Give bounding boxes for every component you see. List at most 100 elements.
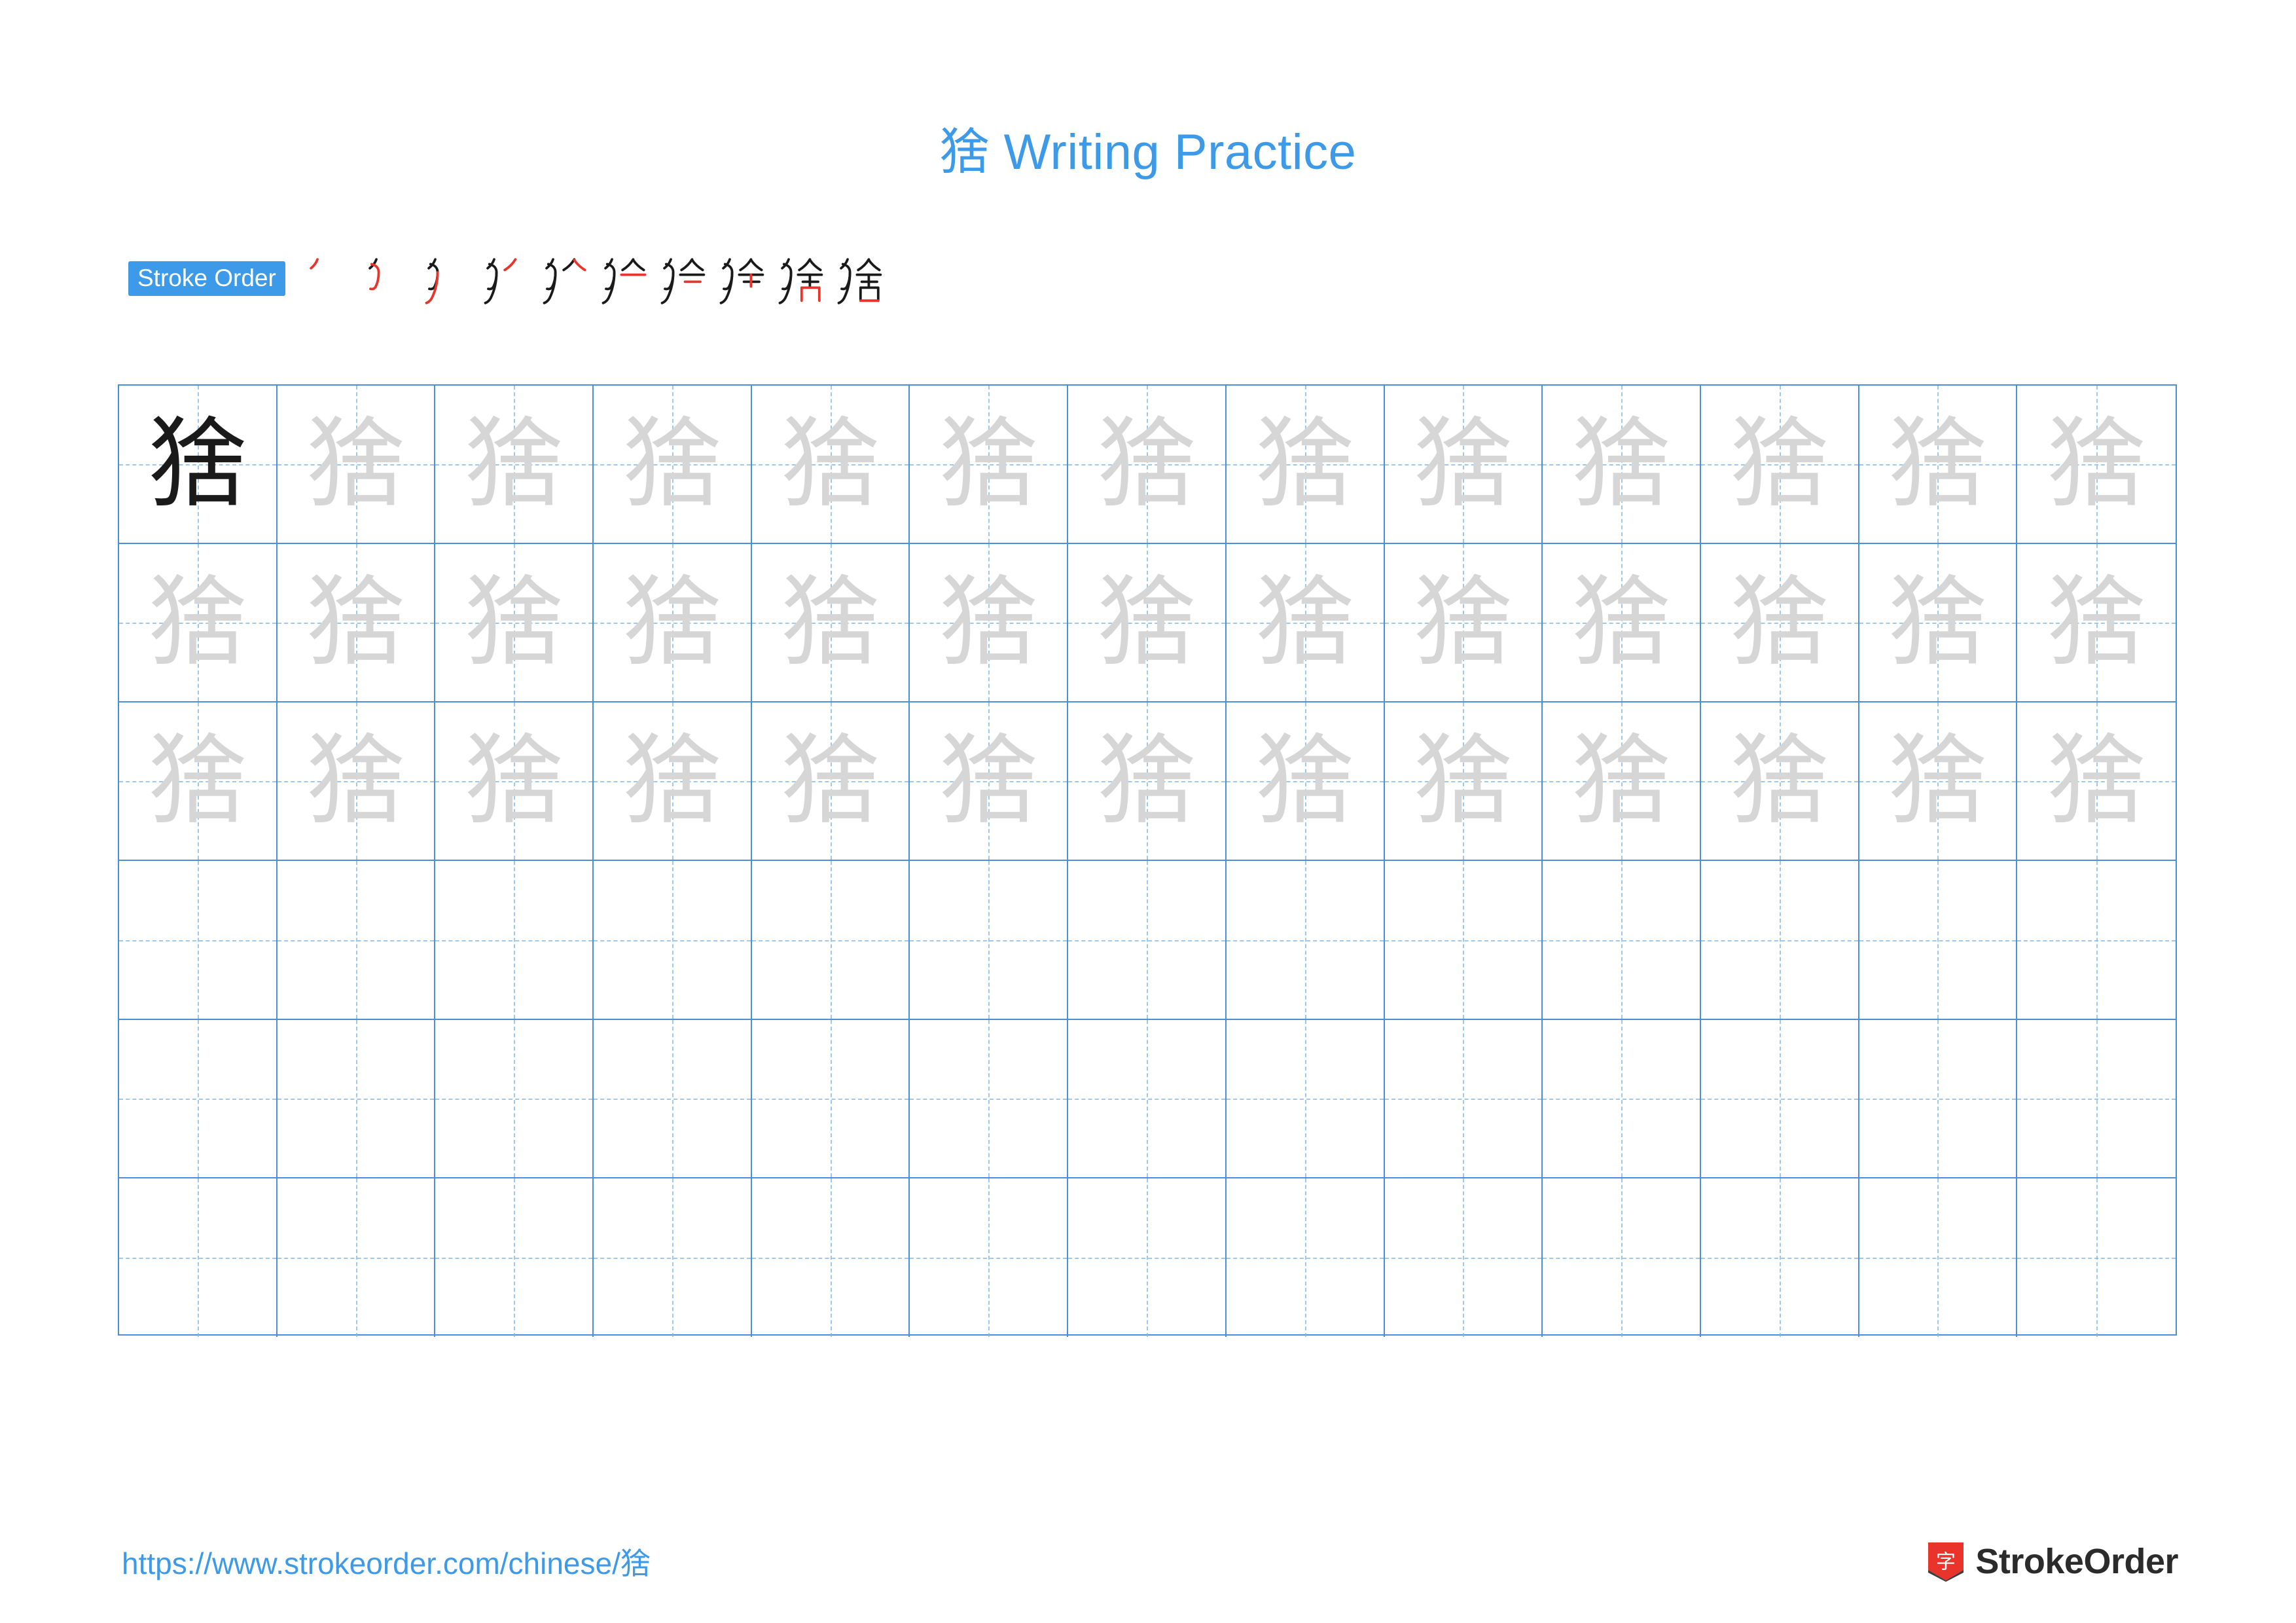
grid-cell-r4-c5[interactable]	[751, 861, 910, 1019]
grid-cell-r1-c10[interactable]: 猞	[1543, 386, 1701, 543]
grid-cell-r6-c13[interactable]	[2017, 1178, 2176, 1338]
tracing-character: 猞	[622, 566, 721, 680]
grid-cell-r3-c7[interactable]: 猞	[1068, 702, 1227, 860]
tracing-character: 猞	[1888, 724, 1987, 839]
grid-cell-r6-c2[interactable]	[277, 1178, 436, 1338]
grid-cell-r2-c2[interactable]: 猞	[277, 544, 436, 702]
grid-cell-r6-c1[interactable]	[119, 1178, 278, 1338]
grid-cell-r5-c6[interactable]	[910, 1019, 1069, 1177]
grid-cell-r6-c11[interactable]	[1700, 1178, 1859, 1338]
tracing-character: 猞	[148, 724, 247, 839]
grid-cell-r1-c13[interactable]: 猞	[2017, 386, 2176, 543]
grid-cell-r3-c9[interactable]: 猞	[1384, 702, 1543, 860]
grid-row	[119, 861, 2176, 1020]
grid-cell-r5-c13[interactable]	[2017, 1019, 2176, 1177]
grid-cell-r1-c1[interactable]: 猞	[119, 386, 278, 543]
grid-cell-r6-c7[interactable]	[1068, 1178, 1227, 1338]
grid-cell-r3-c8[interactable]: 猞	[1226, 702, 1385, 860]
grid-cell-r6-c9[interactable]	[1384, 1178, 1543, 1338]
grid-cell-r3-c10[interactable]: 猞	[1543, 702, 1701, 860]
grid-cell-r1-c5[interactable]: 猞	[751, 386, 910, 543]
grid-cell-r4-c6[interactable]	[910, 861, 1069, 1019]
tracing-character: 猞	[622, 724, 721, 839]
grid-cell-r4-c7[interactable]	[1068, 861, 1227, 1019]
grid-cell-r5-c11[interactable]	[1700, 1019, 1859, 1177]
grid-cell-r2-c4[interactable]: 猞	[594, 544, 752, 702]
tracing-character: 猞	[465, 566, 564, 680]
tracing-character: 猞	[622, 407, 721, 522]
grid-cell-r1-c4[interactable]: 猞	[594, 386, 752, 543]
tracing-character: 猞	[2047, 566, 2146, 680]
grid-cell-r6-c12[interactable]	[1859, 1178, 2018, 1338]
grid-cell-r1-c8[interactable]: 猞	[1226, 386, 1385, 543]
grid-cell-r2-c8[interactable]: 猞	[1226, 544, 1385, 702]
grid-cell-r2-c7[interactable]: 猞	[1068, 544, 1227, 702]
grid-cell-r1-c11[interactable]: 猞	[1700, 386, 1859, 543]
grid-cell-r1-c6[interactable]: 猞	[910, 386, 1069, 543]
grid-cell-r4-c13[interactable]	[2017, 861, 2176, 1019]
grid-cell-r2-c3[interactable]: 猞	[435, 544, 594, 702]
grid-cell-r3-c11[interactable]: 猞	[1700, 702, 1859, 860]
grid-cell-r3-c3[interactable]: 猞	[435, 702, 594, 860]
grid-cell-r4-c12[interactable]	[1859, 861, 2018, 1019]
grid-cell-r4-c2[interactable]	[277, 861, 436, 1019]
grid-cell-r2-c1[interactable]: 猞	[119, 544, 278, 702]
grid-cell-r6-c3[interactable]	[435, 1178, 594, 1338]
grid-cell-r6-c10[interactable]	[1543, 1178, 1701, 1338]
tracing-character: 猞	[1097, 566, 1196, 680]
tracing-character: 猞	[781, 724, 880, 839]
grid-cell-r1-c9[interactable]: 猞	[1384, 386, 1543, 543]
tracing-character: 猞	[1255, 407, 1354, 522]
grid-row: 猞猞猞猞猞猞猞猞猞猞猞猞猞	[119, 702, 2176, 862]
grid-cell-r3-c13[interactable]: 猞	[2017, 702, 2176, 860]
grid-cell-r4-c1[interactable]	[119, 861, 278, 1019]
grid-cell-r3-c12[interactable]: 猞	[1859, 702, 2018, 860]
grid-cell-r2-c11[interactable]: 猞	[1700, 544, 1859, 702]
grid-cell-r5-c12[interactable]	[1859, 1019, 2018, 1177]
tracing-character: 猞	[1572, 566, 1671, 680]
tracing-character: 猞	[781, 407, 880, 522]
grid-cell-r3-c2[interactable]: 猞	[277, 702, 436, 860]
footer-url[interactable]: https://www.strokeorder.com/chinese/猞	[122, 1540, 651, 1583]
grid-cell-r6-c8[interactable]	[1226, 1178, 1385, 1338]
brand-logo-group: 字 StrokeOrder	[1927, 1541, 2178, 1582]
grid-cell-r6-c5[interactable]	[751, 1178, 910, 1338]
grid-cell-r3-c6[interactable]: 猞	[910, 702, 1069, 860]
stroke-step-1	[300, 247, 359, 309]
grid-cell-r5-c1[interactable]	[119, 1019, 278, 1177]
grid-cell-r1-c7[interactable]: 猞	[1068, 386, 1227, 543]
tracing-character: 猞	[465, 407, 564, 522]
grid-cell-r5-c10[interactable]	[1543, 1019, 1701, 1177]
grid-cell-r1-c12[interactable]: 猞	[1859, 386, 2018, 543]
grid-cell-r4-c4[interactable]	[594, 861, 752, 1019]
grid-cell-r2-c10[interactable]: 猞	[1543, 544, 1701, 702]
grid-cell-r4-c10[interactable]	[1543, 861, 1701, 1019]
grid-cell-r3-c1[interactable]: 猞	[119, 702, 278, 860]
grid-cell-r2-c9[interactable]: 猞	[1384, 544, 1543, 702]
grid-cell-r1-c2[interactable]: 猞	[277, 386, 436, 543]
grid-cell-r6-c4[interactable]	[594, 1178, 752, 1338]
grid-cell-r6-c6[interactable]	[910, 1178, 1069, 1338]
grid-cell-r3-c4[interactable]: 猞	[594, 702, 752, 860]
grid-cell-r2-c5[interactable]: 猞	[751, 544, 910, 702]
grid-cell-r5-c9[interactable]	[1384, 1019, 1543, 1177]
grid-cell-r4-c3[interactable]	[435, 861, 594, 1019]
grid-cell-r2-c13[interactable]: 猞	[2017, 544, 2176, 702]
grid-cell-r3-c5[interactable]: 猞	[751, 702, 910, 860]
grid-cell-r5-c2[interactable]	[277, 1019, 436, 1177]
grid-cell-r4-c8[interactable]	[1226, 861, 1385, 1019]
grid-cell-r1-c3[interactable]: 猞	[435, 386, 594, 543]
grid-cell-r5-c4[interactable]	[594, 1019, 752, 1177]
grid-cell-r5-c5[interactable]	[751, 1019, 910, 1177]
grid-cell-r2-c6[interactable]: 猞	[910, 544, 1069, 702]
grid-cell-r5-c7[interactable]	[1068, 1019, 1227, 1177]
stroke-step-10	[830, 247, 889, 309]
grid-cell-r5-c8[interactable]	[1226, 1019, 1385, 1177]
grid-cell-r5-c3[interactable]	[435, 1019, 594, 1177]
tracing-character: 猞	[148, 566, 247, 680]
tracing-character: 猞	[1097, 407, 1196, 522]
page-title: 猞 Writing Practice	[0, 111, 2296, 183]
grid-cell-r4-c9[interactable]	[1384, 861, 1543, 1019]
grid-cell-r2-c12[interactable]: 猞	[1859, 544, 2018, 702]
grid-cell-r4-c11[interactable]	[1700, 861, 1859, 1019]
